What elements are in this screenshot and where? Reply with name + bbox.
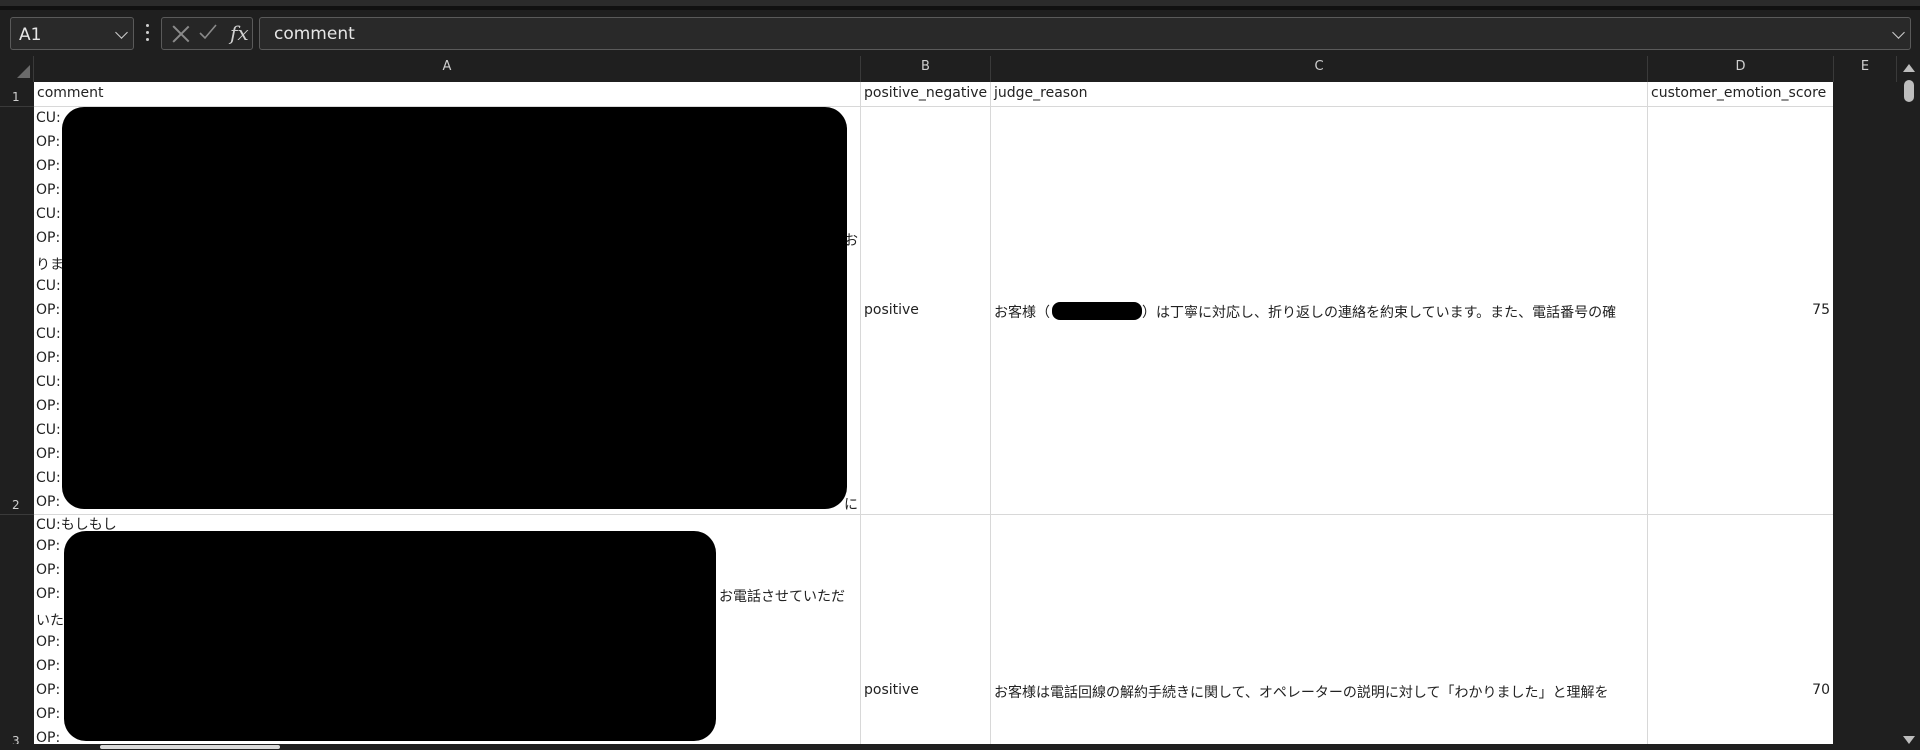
list-item: CU: xyxy=(36,278,61,294)
cell-c1[interactable]: judge_reason xyxy=(991,82,1648,107)
column-header-e[interactable]: E xyxy=(1834,56,1897,82)
list-item: OP: xyxy=(36,158,61,174)
list-item: OP: xyxy=(36,134,61,150)
cell-a3[interactable]: CU:もしもし OP: OP: OP: いた OP: OP: OP: OP: O… xyxy=(34,515,861,750)
scroll-up-icon[interactable] xyxy=(1903,64,1915,72)
list-item: CU: xyxy=(36,422,61,438)
column-header-c[interactable]: C xyxy=(991,56,1648,82)
insert-function-button[interactable]: fx xyxy=(230,21,249,45)
list-item: OP: xyxy=(36,302,61,318)
horizontal-scrollbar-thumb[interactable] xyxy=(100,745,280,749)
column-header-a[interactable]: A xyxy=(34,56,861,82)
redaction-block xyxy=(62,107,847,509)
judge-reason-prefix: お客様（ xyxy=(994,305,1050,321)
list-item: OP: xyxy=(36,682,61,698)
column-header-d[interactable]: D xyxy=(1648,56,1834,82)
check-icon[interactable] xyxy=(198,22,217,42)
row-header-2[interactable]: 2 xyxy=(0,107,34,515)
overflow-text: お電話させていただ xyxy=(719,589,845,605)
cell-b2[interactable]: positive xyxy=(861,107,991,515)
horizontal-scrollbar[interactable] xyxy=(0,744,1920,750)
select-all-button[interactable] xyxy=(0,56,34,82)
list-item: OP: xyxy=(36,658,61,674)
list-item: CU: xyxy=(36,110,61,126)
list-item: OP: xyxy=(36,586,61,602)
list-item: CU: xyxy=(36,374,61,390)
list-item: OP: xyxy=(36,350,61,366)
overflow-text: に xyxy=(844,497,858,513)
list-item: OP: xyxy=(36,538,61,554)
redaction-block xyxy=(64,531,716,741)
cell-a2[interactable]: CU: OP: OP: OP: CU: OP: りま CU: OP: CU: O… xyxy=(34,107,861,515)
scroll-down-icon[interactable] xyxy=(1903,736,1915,744)
list-item: OP: xyxy=(36,634,61,650)
list-item: OP: xyxy=(36,182,61,198)
name-box[interactable]: A1 xyxy=(10,17,134,50)
formula-bar-area: A1 fx comment xyxy=(0,10,1920,56)
name-box-value: A1 xyxy=(19,25,42,45)
list-item: OP: xyxy=(36,494,61,510)
list-item: CU: xyxy=(36,470,61,486)
cell-c3[interactable]: お客様は電話回線の解約手続きに関して、オペレーターの説明に対して「わかりました」… xyxy=(991,515,1648,750)
chevron-down-icon[interactable] xyxy=(115,26,128,39)
formula-buttons: fx xyxy=(161,17,253,50)
list-item: OP: xyxy=(36,706,61,722)
cell-a1[interactable]: comment xyxy=(34,82,861,107)
list-item: りま xyxy=(36,257,64,273)
more-options-icon[interactable] xyxy=(146,24,150,44)
list-item: いた xyxy=(36,613,64,629)
list-item: OP: xyxy=(36,562,61,578)
row-header-1[interactable]: 1 xyxy=(0,82,34,107)
spreadsheet-grid: comment positive_negative judge_reason c… xyxy=(34,82,1833,750)
scrollbar-thumb[interactable] xyxy=(1904,80,1914,102)
formula-input[interactable]: comment xyxy=(259,17,1911,50)
list-item: OP: xyxy=(36,230,61,246)
cell-d3[interactable]: 70 xyxy=(1648,515,1833,750)
vertical-scrollbar[interactable] xyxy=(1897,56,1920,750)
formula-value: comment xyxy=(274,24,355,44)
list-item: CU: xyxy=(36,326,61,342)
cancel-icon[interactable] xyxy=(170,23,192,45)
judge-reason-text: ）は丁寧に対応し、折り返しの連絡を約束しています。また、電話番号の確 xyxy=(1142,305,1617,321)
list-item: OP: xyxy=(36,398,61,414)
expand-formula-icon[interactable] xyxy=(1892,26,1905,39)
redaction-block xyxy=(1052,302,1142,320)
list-item: OP: xyxy=(36,446,61,462)
column-header-b[interactable]: B xyxy=(861,56,991,82)
row-header-3[interactable]: 3 xyxy=(0,515,34,750)
cell-d2[interactable]: 75 xyxy=(1648,107,1833,515)
cell-b3[interactable]: positive xyxy=(861,515,991,750)
cell-c2[interactable]: お客様（ ）は丁寧に対応し、折り返しの連絡を約束しています。また、電話番号の確 xyxy=(991,107,1648,515)
cell-d1[interactable]: customer_emotion_score xyxy=(1648,82,1833,107)
cell-b1[interactable]: positive_negative xyxy=(861,82,991,107)
list-item: CU: xyxy=(36,206,61,222)
